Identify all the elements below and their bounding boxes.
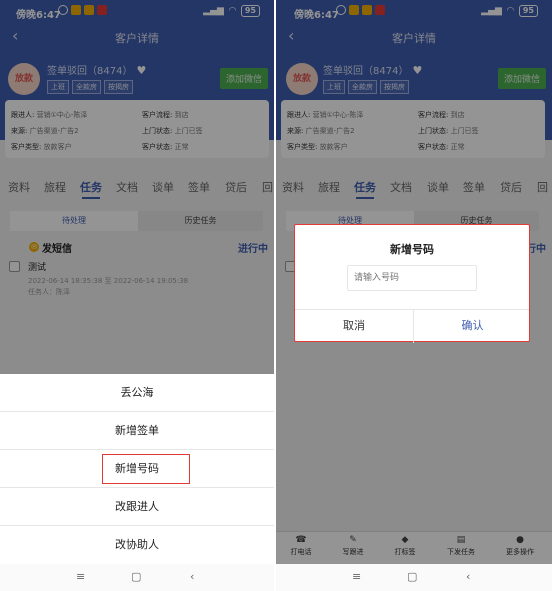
- add-number-dialog: 新增号码 取消 确认: [294, 224, 531, 343]
- dialog-title: 新增号码: [390, 243, 434, 256]
- system-nav-bar: ≡ ▢ ‹: [276, 564, 552, 591]
- back-nav-icon[interactable]: ‹: [466, 570, 470, 583]
- left-screen: 傍晚6:47 ▂▄▆ ◠ 95 ‹ 客户详情 放款 签单驳回（8474） ♥ 上班 全…: [0, 0, 274, 591]
- menu-icon[interactable]: ≡: [352, 570, 361, 583]
- action-change-follower[interactable]: 改跟进人: [0, 488, 274, 526]
- right-screen: 傍晚6:47 ▂▄▆ ◠ 95 ‹ 客户详情 放款 签单驳回（8474） ♥ 上班 全…: [276, 0, 552, 591]
- action-move-to-pool[interactable]: 丢公海: [0, 374, 274, 412]
- highlight-box: [102, 454, 190, 484]
- back-nav-icon[interactable]: ‹: [190, 570, 194, 583]
- system-nav-bar: ≡ ▢ ‹: [0, 564, 274, 591]
- action-add-contract[interactable]: 新增签单: [0, 412, 274, 450]
- home-icon[interactable]: ▢: [131, 570, 141, 583]
- action-change-assistant[interactable]: 改协助人: [0, 526, 274, 564]
- phone-number-input[interactable]: [347, 265, 477, 291]
- cancel-button[interactable]: 取消: [295, 309, 413, 343]
- confirm-button[interactable]: 确认: [414, 309, 531, 343]
- menu-icon[interactable]: ≡: [76, 570, 85, 583]
- home-icon[interactable]: ▢: [407, 570, 417, 583]
